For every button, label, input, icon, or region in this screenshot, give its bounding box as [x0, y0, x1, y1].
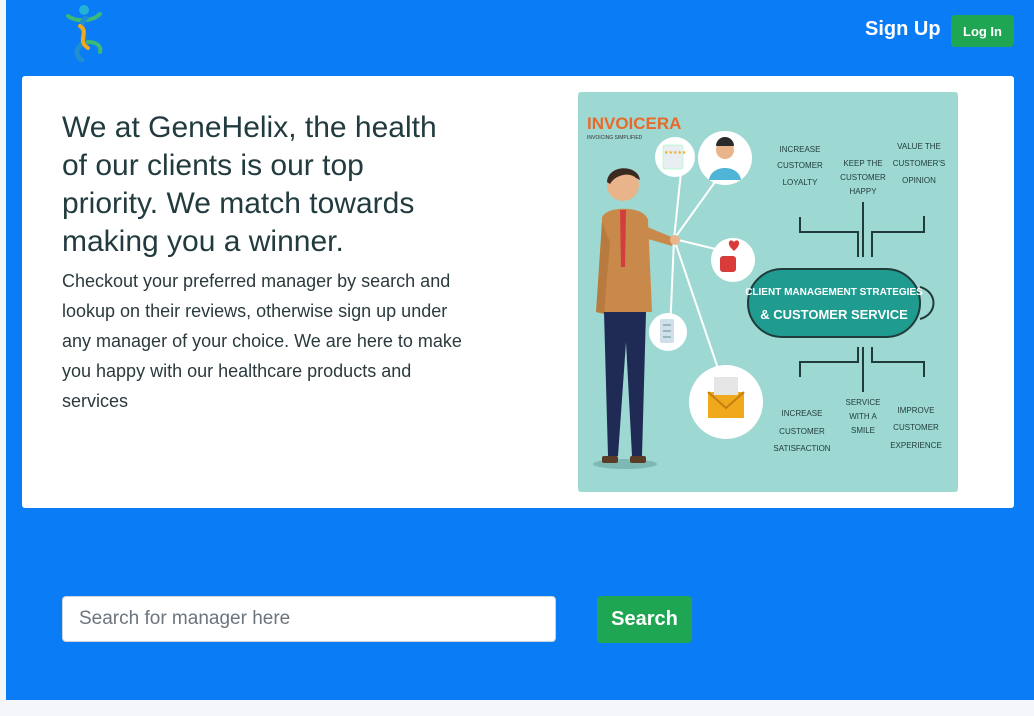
manager-search-input[interactable]	[62, 596, 556, 642]
svg-text:SERVICE: SERVICE	[846, 398, 881, 407]
svg-text:INCREASE: INCREASE	[782, 409, 823, 418]
label-increase-loyalty: INCREASE CUSTOMER LOYALTY	[777, 145, 823, 187]
sign-up-link[interactable]: Sign Up	[865, 18, 941, 41]
center-text-line1: CLIENT MANAGEMENT STRATEGIES	[745, 287, 923, 298]
svg-text:CUSTOMER: CUSTOMER	[893, 423, 939, 432]
log-in-button[interactable]: Log In	[951, 15, 1014, 47]
svg-text:★★★★★: ★★★★★	[664, 150, 687, 156]
svg-text:SATISFACTION: SATISFACTION	[773, 444, 830, 453]
svg-text:LOYALTY: LOYALTY	[783, 178, 818, 187]
hero-card: We at GeneHelix, the health of our clien…	[22, 76, 1014, 508]
mail-envelope-icon	[689, 365, 763, 439]
svg-text:CUSTOMER: CUSTOMER	[840, 173, 886, 182]
svg-text:VALUE THE: VALUE THE	[897, 142, 941, 151]
svg-text:SMILE: SMILE	[851, 426, 875, 435]
checklist-icon	[649, 313, 687, 351]
support-agent-icon	[698, 131, 752, 185]
hero-description: Checkout your preferred manager by searc…	[62, 271, 462, 411]
center-text-line2: & CUSTOMER SERVICE	[760, 307, 908, 322]
svg-text:INCREASE: INCREASE	[780, 145, 821, 154]
svg-text:EXPERIENCE: EXPERIENCE	[890, 441, 942, 450]
client-management-illustration: INVOICERA INVOICING SIMPLIFIED ★★★★★ CLI…	[578, 92, 958, 492]
label-increase-satisfaction: INCREASE CUSTOMER SATISFACTION	[773, 409, 830, 453]
svg-text:IMPROVE: IMPROVE	[898, 406, 935, 415]
label-improve-experience: IMPROVE CUSTOMER EXPERIENCE	[890, 406, 942, 450]
svg-text:WITH A: WITH A	[849, 412, 877, 421]
svg-text:CUSTOMER'S: CUSTOMER'S	[893, 159, 946, 168]
genehelix-logo[interactable]	[62, 2, 106, 62]
hero-headline: We at GeneHelix, the health of our clien…	[62, 111, 437, 258]
svg-text:KEEP THE: KEEP THE	[843, 159, 882, 168]
rating-bubble-icon: ★★★★★	[655, 137, 695, 177]
illustration-brand: INVOICERA	[587, 114, 681, 133]
svg-text:CUSTOMER: CUSTOMER	[779, 427, 825, 436]
svg-text:OPINION: OPINION	[902, 176, 936, 185]
center-pill	[747, 268, 921, 338]
illustration-brand-tagline: INVOICING SIMPLIFIED	[587, 135, 643, 141]
svg-text:HAPPY: HAPPY	[849, 187, 877, 196]
chat-heart-icon	[711, 238, 755, 282]
svg-text:CUSTOMER: CUSTOMER	[777, 161, 823, 170]
search-button[interactable]: Search	[597, 596, 692, 643]
label-service-smile: SERVICE WITH A SMILE	[846, 398, 881, 435]
label-value-opinion: VALUE THE CUSTOMER'S OPINION	[893, 142, 946, 185]
page-background: Sign Up Log In We at GeneHelix, the heal…	[6, 0, 1034, 700]
label-keep-happy: KEEP THE CUSTOMER HAPPY	[840, 159, 886, 196]
